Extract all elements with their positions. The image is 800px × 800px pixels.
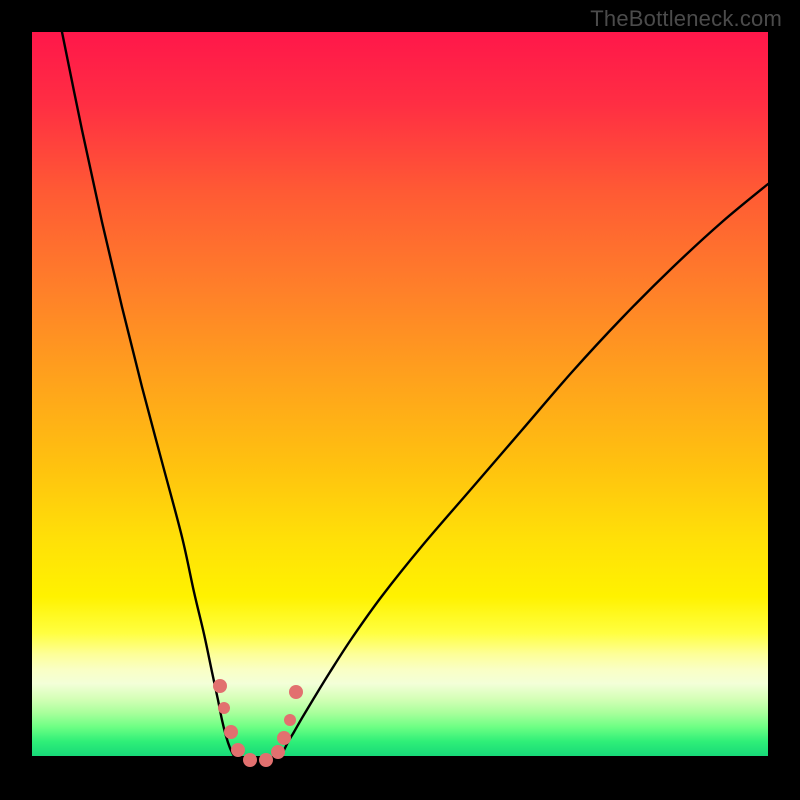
watermark-text: TheBottleneck.com — [590, 6, 782, 32]
valley-marker-4 — [243, 753, 257, 767]
valley-marker-7 — [277, 731, 291, 745]
plot-area — [32, 32, 768, 768]
chart-stage: TheBottleneck.com — [0, 0, 800, 800]
valley-marker-3 — [231, 743, 245, 757]
valley-marker-0 — [213, 679, 227, 693]
valley-marker-8 — [284, 714, 296, 726]
valley-marker-9 — [289, 685, 303, 699]
valley-marker-1 — [218, 702, 230, 714]
curve-right-branch — [280, 184, 768, 756]
valley-marker-5 — [259, 753, 273, 767]
valley-marker-6 — [271, 745, 285, 759]
valley-marker-2 — [224, 725, 238, 739]
chart-svg — [32, 32, 768, 768]
curve-left-branch — [62, 32, 234, 756]
